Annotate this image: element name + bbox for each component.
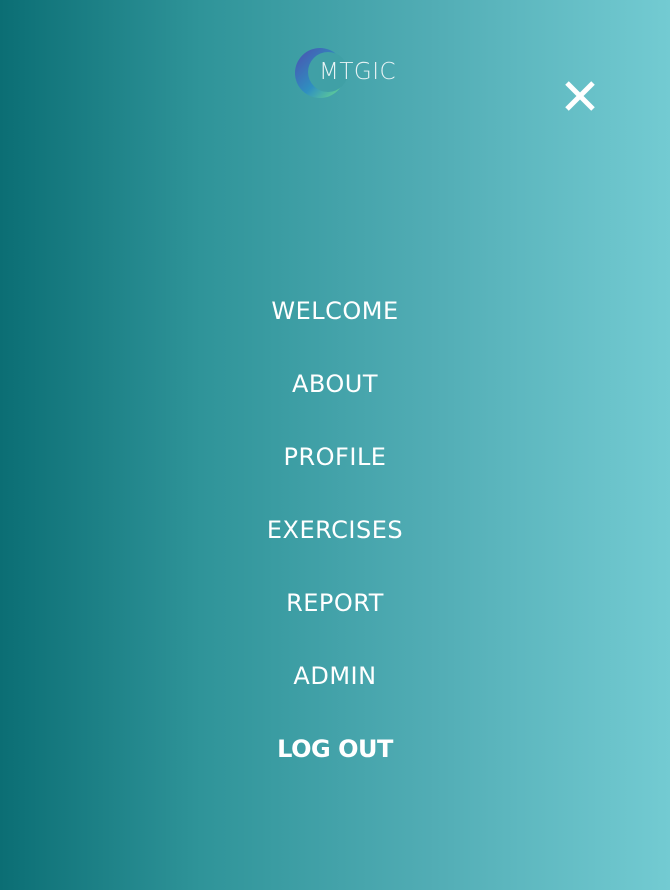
close-icon [565, 81, 595, 111]
close-button[interactable] [558, 74, 602, 118]
nav-item-report[interactable]: REPORT [0, 574, 670, 647]
menu-overlay: MTGIC WELCOME ABOUT PROFILE EXERCISES RE… [0, 0, 670, 890]
logo[interactable]: MTGIC [294, 46, 404, 100]
nav-item-profile[interactable]: PROFILE [0, 428, 670, 501]
nav-item-welcome[interactable]: WELCOME [0, 282, 670, 355]
nav-item-about[interactable]: ABOUT [0, 355, 670, 428]
nav-item-exercises[interactable]: EXERCISES [0, 501, 670, 574]
logo-text: MTGIC [319, 59, 397, 85]
nav-item-logout[interactable]: LOG OUT [0, 720, 670, 793]
main-nav: WELCOME ABOUT PROFILE EXERCISES REPORT A… [0, 282, 670, 793]
nav-item-admin[interactable]: ADMIN [0, 647, 670, 720]
